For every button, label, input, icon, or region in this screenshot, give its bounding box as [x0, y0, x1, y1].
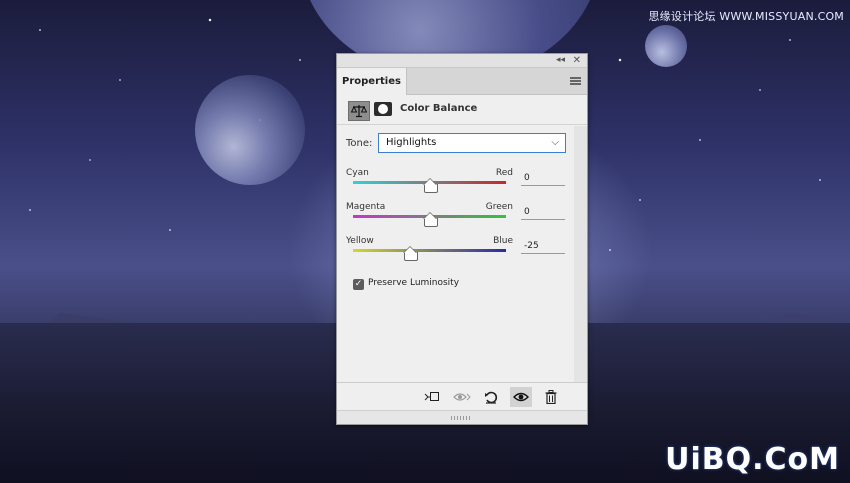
preserve-luminosity-label: Preserve Luminosity [368, 278, 460, 288]
collapse-icon[interactable]: ◂◂ [556, 54, 565, 67]
reset-icon [485, 391, 498, 404]
planet-left [195, 75, 305, 185]
layer-mask-icon[interactable] [374, 102, 392, 116]
trash-icon [545, 390, 557, 404]
clip-to-layer-icon [424, 392, 439, 401]
reset-button[interactable] [480, 387, 502, 407]
slider-value-field[interactable]: -25 [521, 239, 565, 254]
grip-lines [451, 416, 471, 420]
tone-label: Tone: [346, 138, 373, 149]
panel-footer [337, 382, 587, 410]
chevron-down-icon: ⌵ [551, 137, 559, 148]
panel-scrollbar[interactable] [574, 126, 587, 394]
slider-value-field[interactable]: 0 [521, 171, 565, 186]
watermark-top: 思缘设计论坛 WWW.MISSYUAN.COM [648, 10, 844, 23]
slider-track[interactable] [353, 249, 506, 252]
slider-right-label: Red [495, 168, 513, 178]
magenta-green-slider-group: Magenta Green 0 [346, 202, 571, 236]
slider-left-label: Yellow [346, 236, 374, 246]
eye-icon [513, 392, 529, 402]
watermark-bottom: UiBQ.CoM [665, 442, 840, 477]
adjustment-header: Color Balance [337, 95, 587, 125]
panel-menu-icon[interactable] [570, 77, 581, 85]
yellow-blue-slider-group: Yellow Blue -25 [346, 236, 571, 270]
slider-value-field[interactable]: 0 [521, 205, 565, 220]
slider-right-label: Blue [493, 236, 513, 246]
color-balance-icon[interactable] [348, 101, 370, 121]
view-previous-button[interactable] [451, 387, 473, 407]
panel-titlebar[interactable]: ◂◂ ✕ [337, 54, 587, 68]
delete-button[interactable] [540, 387, 562, 407]
slider-left-label: Cyan [346, 168, 369, 178]
view-previous-icon [453, 393, 471, 401]
tone-row: Tone: Highlights ⌵ [337, 125, 587, 159]
slider-left-label: Magenta [346, 202, 386, 212]
preserve-luminosity-checkbox[interactable]: ✓ [353, 279, 364, 290]
cyan-red-slider-group: Cyan Red 0 [346, 168, 571, 202]
tone-selected-value: Highlights [386, 137, 437, 148]
planet-small-right [645, 25, 687, 67]
clip-to-layer-button[interactable] [421, 387, 443, 407]
tab-properties[interactable]: Properties [337, 68, 407, 95]
adjustment-title: Color Balance [400, 103, 478, 114]
slider-right-label: Green [485, 202, 513, 212]
toggle-visibility-button[interactable] [510, 387, 532, 407]
panel-tabbar: Properties [337, 68, 587, 95]
close-icon[interactable]: ✕ [573, 54, 581, 67]
panel-resize-grip[interactable] [337, 410, 587, 424]
tone-dropdown[interactable]: Highlights ⌵ [378, 133, 566, 153]
properties-panel: ◂◂ ✕ Properties Color Balance Tone: High… [336, 53, 588, 425]
scales-icon [351, 105, 367, 118]
